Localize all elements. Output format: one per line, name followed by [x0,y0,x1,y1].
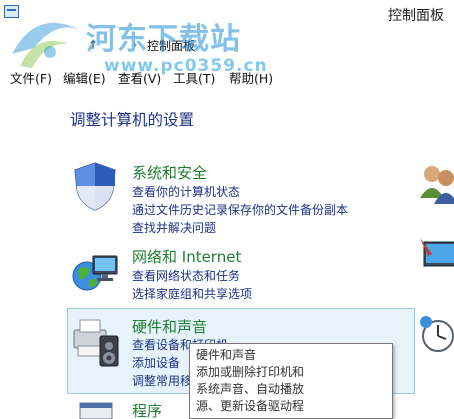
clock-region-icon[interactable] [418,312,454,356]
menu-tools[interactable]: 工具(T) [173,68,215,87]
menu-help[interactable]: 帮助(H) [229,68,273,87]
user-accounts-icon[interactable] [418,162,454,206]
category-programs-title[interactable]: 程序 [132,400,162,419]
menu-edit[interactable]: 编辑(E) [63,68,106,87]
tooltip-line: 添加或删除打印机和 [196,365,305,379]
hardware-sound-tooltip: 硬件和声音 添加或删除打印机和 系统声音、自动播放 源、更新设备驱动程 [189,343,393,419]
link-file-history-backup[interactable]: 通过文件历史记录保存你的文件备份副本 [132,201,348,218]
menu-file[interactable]: 文件(F) [10,68,52,87]
network-globe-icon[interactable] [70,244,120,296]
menu-bar: 文件(F) 编辑(E) 查看(V) 工具(T) 帮助(H) [0,64,454,88]
link-add-device[interactable]: 添加设备 [132,354,180,371]
watermark-logo [12,22,80,68]
tooltip-line: 硬件和声音 [196,348,257,362]
category-network-internet-title[interactable]: 网络和 Internet [132,246,241,267]
programs-icon[interactable] [70,398,120,419]
category-system-security-title[interactable]: 系统和安全 [132,162,207,183]
link-troubleshoot[interactable]: 查找并解决问题 [132,219,216,236]
watermark-site-name: 河东下载站 [86,22,241,57]
link-homegroup-sharing[interactable]: 选择家庭组和共享选项 [132,285,252,302]
category-hardware-sound-title[interactable]: 硬件和声音 [132,316,207,337]
menu-view[interactable]: 查看(V) [118,68,161,87]
printer-speaker-icon[interactable] [70,316,120,368]
shield-icon[interactable] [70,160,120,212]
tooltip-line: 系统声音、自动播放 [196,382,305,396]
appearance-personalization-icon[interactable] [418,232,454,276]
window-title: 控制面板 [388,8,444,24]
page-title: 调整计算机的设置 [70,111,195,129]
link-view-computer-status[interactable]: 查看你的计算机状态 [132,183,240,200]
link-view-network-status[interactable]: 查看网络状态和任务 [132,267,240,284]
tooltip-line: 源、更新设备驱动程 [196,399,305,413]
